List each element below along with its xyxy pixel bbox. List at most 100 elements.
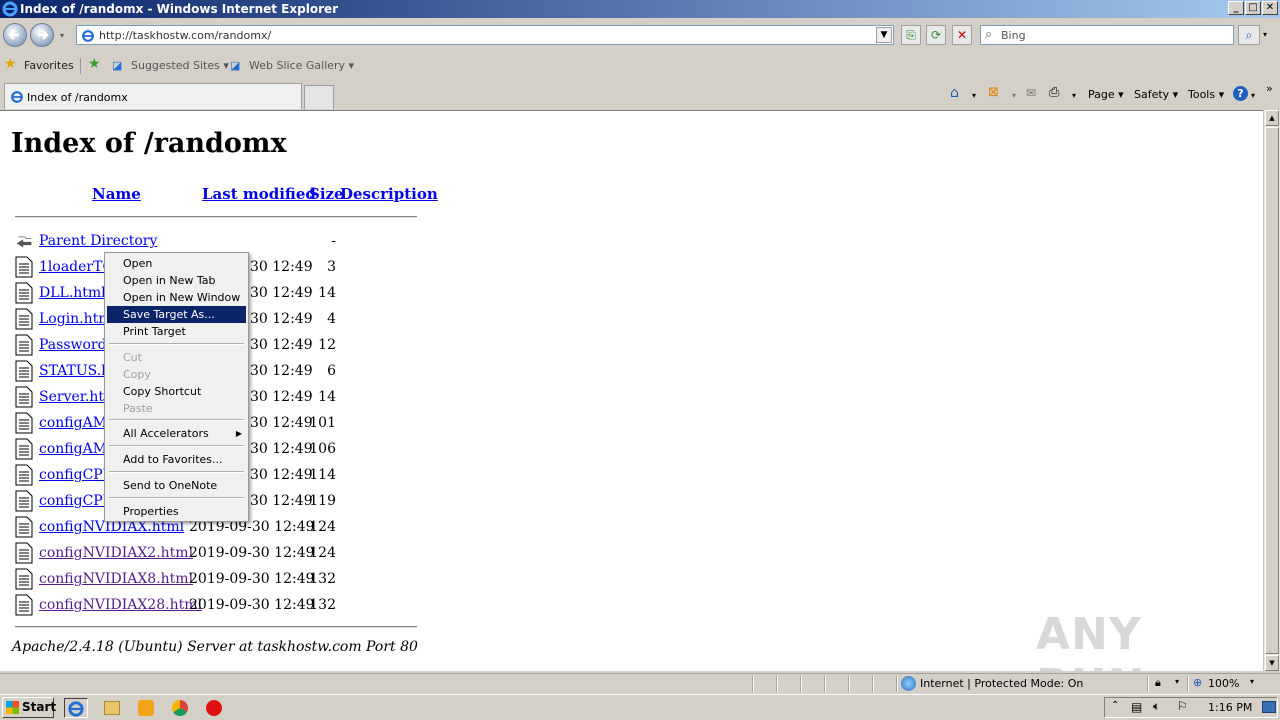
scroll-thumb[interactable]: [1265, 127, 1279, 654]
column-size-link[interactable]: Size: [309, 185, 344, 203]
zoom-dropdown-icon[interactable]: ▾: [1250, 677, 1254, 686]
file-link[interactable]: configAMI: [39, 415, 113, 431]
action-center-flag-icon[interactable]: ⚐: [1177, 699, 1188, 713]
tab-index-randomx[interactable]: Index of /randomx: [4, 83, 302, 109]
stop-sign-icon[interactable]: [206, 700, 222, 716]
minimize-button[interactable]: _: [1228, 1, 1244, 15]
page-menu[interactable]: Page ▾: [1088, 88, 1124, 101]
file-link[interactable]: configCPU: [39, 467, 114, 483]
menu-properties[interactable]: Properties: [107, 503, 246, 520]
column-last-modified-link[interactable]: Last modified: [202, 185, 316, 203]
show-desktop-icon[interactable]: [1262, 701, 1276, 713]
vertical-scrollbar[interactable]: ▲ ▼: [1263, 110, 1280, 671]
search-input[interactable]: ⌕ Bing: [980, 25, 1234, 45]
file-size: 14: [318, 389, 336, 405]
zoom-icon[interactable]: ⊕: [1193, 676, 1202, 689]
menu-add-to-favorites[interactable]: Add to Favorites...: [107, 451, 246, 468]
tools-menu[interactable]: Tools ▾: [1188, 88, 1224, 101]
menu-copy[interactable]: Copy: [107, 366, 246, 383]
help-icon[interactable]: ?: [1233, 86, 1248, 101]
recent-pages-dropdown-icon[interactable]: ▾: [60, 31, 64, 40]
file-link[interactable]: configNVIDIAX2.html: [39, 545, 193, 561]
tab-label: Index of /randomx: [27, 91, 128, 104]
file-link[interactable]: configAMI: [39, 441, 113, 457]
maximize-button[interactable]: □: [1245, 1, 1261, 15]
menu-copy-shortcut[interactable]: Copy Shortcut: [107, 383, 246, 400]
start-button[interactable]: Start: [2, 697, 56, 718]
file-size: 3: [327, 259, 336, 275]
suggested-sites-icon: ◪: [112, 59, 123, 72]
tray-expand-icon[interactable]: ⌃: [1111, 700, 1119, 711]
menu-all-accelerators[interactable]: All Accelerators ▶: [107, 425, 246, 442]
file-size: 124: [309, 545, 336, 561]
media-player-icon[interactable]: [138, 700, 154, 716]
refresh-icon[interactable]: ⟳: [926, 25, 946, 45]
menu-cut[interactable]: Cut: [107, 349, 246, 366]
print-dropdown-icon[interactable]: ▾: [1072, 91, 1076, 100]
scroll-down-arrow-icon[interactable]: ▼: [1265, 655, 1279, 671]
forward-button[interactable]: [30, 23, 54, 47]
lock-dropdown-icon[interactable]: ▾: [1175, 677, 1179, 686]
menu-separator: [109, 419, 244, 421]
column-description-link[interactable]: Description: [340, 185, 438, 203]
file-text-icon: [15, 490, 33, 512]
file-link[interactable]: configNVIDIAX8.html: [39, 571, 193, 587]
security-zone-text[interactable]: Internet | Protected Mode: On: [920, 677, 1083, 690]
file-size: 4: [327, 311, 336, 327]
volume-icon[interactable]: 🔈︎: [1153, 699, 1160, 714]
feeds-dropdown-icon[interactable]: ▾: [1012, 91, 1016, 100]
search-options-icon[interactable]: ▾: [1263, 30, 1267, 39]
add-to-favorites-bar-icon[interactable]: ★: [88, 56, 101, 72]
submenu-arrow-icon: ▶: [235, 429, 242, 438]
address-url[interactable]: http://taskhostw.com/randomx/: [99, 29, 271, 42]
column-name-link[interactable]: Name: [92, 185, 141, 203]
print-icon[interactable]: ⎙: [1049, 85, 1059, 100]
menu-send-to-onenote[interactable]: Send to OneNote: [107, 477, 246, 494]
close-button[interactable]: ✕: [1262, 1, 1278, 15]
file-link[interactable]: 1loaderTC: [39, 259, 113, 275]
chevron-more-icon[interactable]: »: [1266, 82, 1273, 95]
suggested-sites-link[interactable]: Suggested Sites ▾: [131, 59, 229, 72]
help-dropdown-icon[interactable]: ▾: [1251, 91, 1255, 100]
new-tab-button[interactable]: [304, 85, 334, 109]
web-slice-gallery-link[interactable]: Web Slice Gallery ▾: [249, 59, 354, 72]
search-button[interactable]: ⌕: [1238, 25, 1260, 45]
menu-open-new-window[interactable]: Open in New Window: [107, 289, 246, 306]
favorites-bar: ★ Favorites ★ ◪ Suggested Sites ▾ ◪ Web …: [0, 52, 1280, 80]
menu-open-new-tab[interactable]: Open in New Tab: [107, 272, 246, 289]
clock[interactable]: 1:16 PM: [1208, 701, 1252, 714]
menu-print-target[interactable]: Print Target: [107, 323, 246, 340]
file-text-icon: [15, 438, 33, 460]
safety-menu[interactable]: Safety ▾: [1134, 88, 1178, 101]
feeds-icon[interactable]: ⊠: [988, 85, 999, 100]
zoom-level[interactable]: 100%: [1208, 677, 1239, 690]
menu-paste[interactable]: Paste: [107, 400, 246, 417]
home-icon[interactable]: ⌂: [950, 85, 959, 101]
menu-separator: [109, 497, 244, 499]
home-dropdown-icon[interactable]: ▾: [972, 91, 976, 100]
file-link[interactable]: DLL.html: [39, 285, 106, 301]
compatibility-view-icon[interactable]: ⎘: [901, 25, 921, 45]
internet-zone-globe-icon: [901, 676, 916, 691]
window-title: Index of /randomx - Windows Internet Exp…: [20, 2, 339, 16]
stop-icon[interactable]: ✕: [952, 25, 972, 45]
ie-taskbar-icon[interactable]: [64, 698, 88, 718]
file-link[interactable]: STATUS.h: [39, 363, 110, 379]
address-bar[interactable]: http://taskhostw.com/randomx/ ▼: [76, 25, 894, 45]
favorites-button[interactable]: Favorites: [24, 59, 74, 72]
menu-open[interactable]: Open: [107, 255, 246, 272]
file-link[interactable]: Password.: [39, 337, 111, 353]
network-icon[interactable]: ▤: [1131, 700, 1142, 714]
menu-save-target-as[interactable]: Save Target As...: [107, 306, 246, 323]
explorer-folder-icon[interactable]: [104, 701, 120, 715]
file-text-icon: [15, 412, 33, 434]
chrome-icon[interactable]: [172, 700, 188, 716]
back-button[interactable]: [3, 23, 27, 47]
address-dropdown-icon[interactable]: ▼: [876, 27, 892, 43]
parent-directory-link[interactable]: Parent Directory: [39, 233, 157, 249]
protected-mode-lock-icon[interactable]: 🔒︎: [1155, 676, 1161, 690]
read-mail-icon[interactable]: ✉: [1026, 86, 1036, 100]
file-link[interactable]: configNVIDIAX28.html: [39, 597, 202, 613]
file-link[interactable]: configCPU: [39, 493, 114, 509]
scroll-up-arrow-icon[interactable]: ▲: [1265, 110, 1279, 126]
